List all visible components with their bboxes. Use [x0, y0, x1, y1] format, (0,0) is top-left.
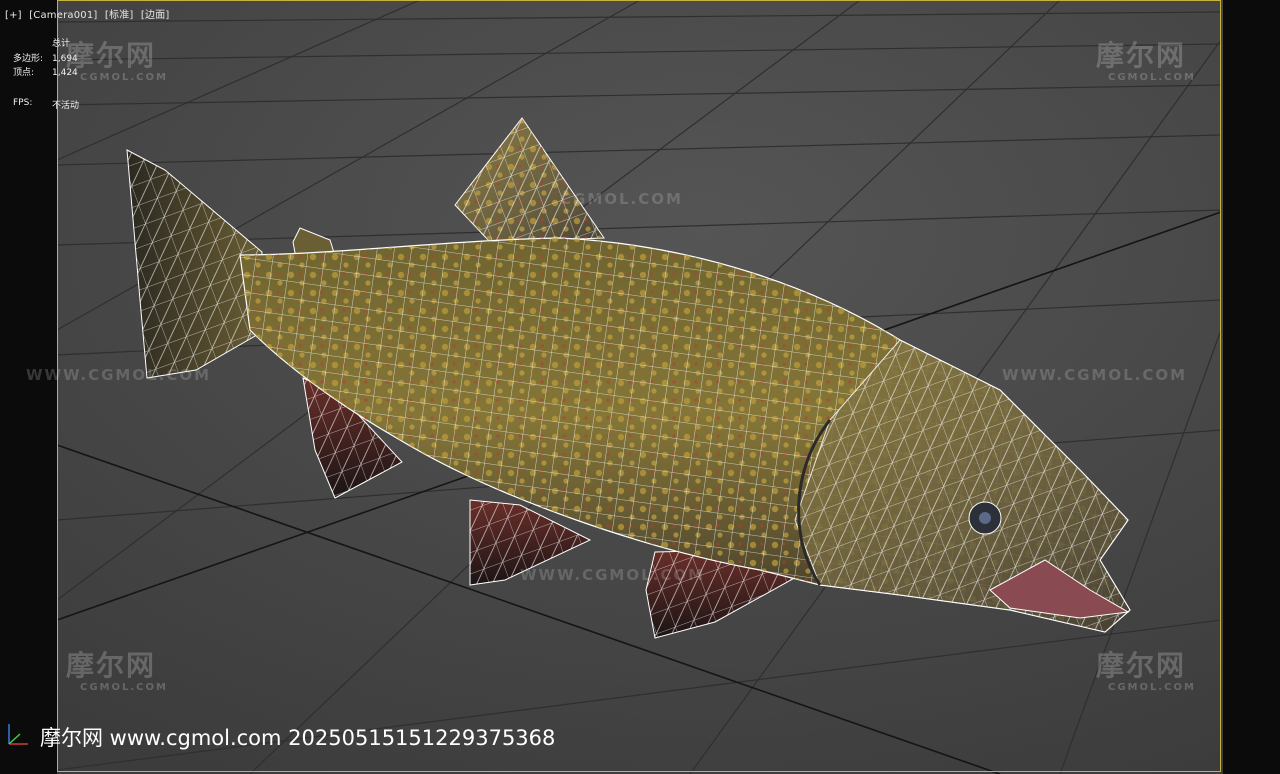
viewport-display-menu[interactable]: [边面]: [141, 10, 170, 21]
fps-stat: FPS: 不活动: [13, 98, 79, 111]
viewport-shading-menu[interactable]: [标准]: [105, 10, 134, 21]
3d-viewport[interactable]: [+] [Camera001] [标准] [边面] 总计 多边形: 1,694 …: [0, 0, 1280, 774]
vertices-value: 1,424: [52, 68, 78, 78]
right-side-bar: [1223, 0, 1280, 774]
stats-header: 总计: [52, 39, 71, 49]
fps-value: 不活动: [52, 101, 80, 111]
viewport-scene[interactable]: [0, 0, 1280, 774]
viewport-menu-label[interactable]: [+] [Camera001] [标准] [边面]: [5, 6, 174, 21]
polygons-value: 1,694: [52, 54, 78, 64]
axis-gizmo-icon: [8, 724, 28, 745]
watermark-caption: 摩尔网 www.cgmol.com 20250515151229375368: [40, 726, 556, 750]
viewport-menu-plus[interactable]: [+]: [5, 10, 22, 21]
left-side-bar: [0, 0, 57, 774]
viewport-camera-menu[interactable]: [Camera001]: [29, 10, 97, 21]
fps-label: FPS:: [13, 98, 33, 108]
polygons-label: 多边形:: [13, 54, 44, 64]
vertices-label: 顶点:: [13, 68, 35, 78]
